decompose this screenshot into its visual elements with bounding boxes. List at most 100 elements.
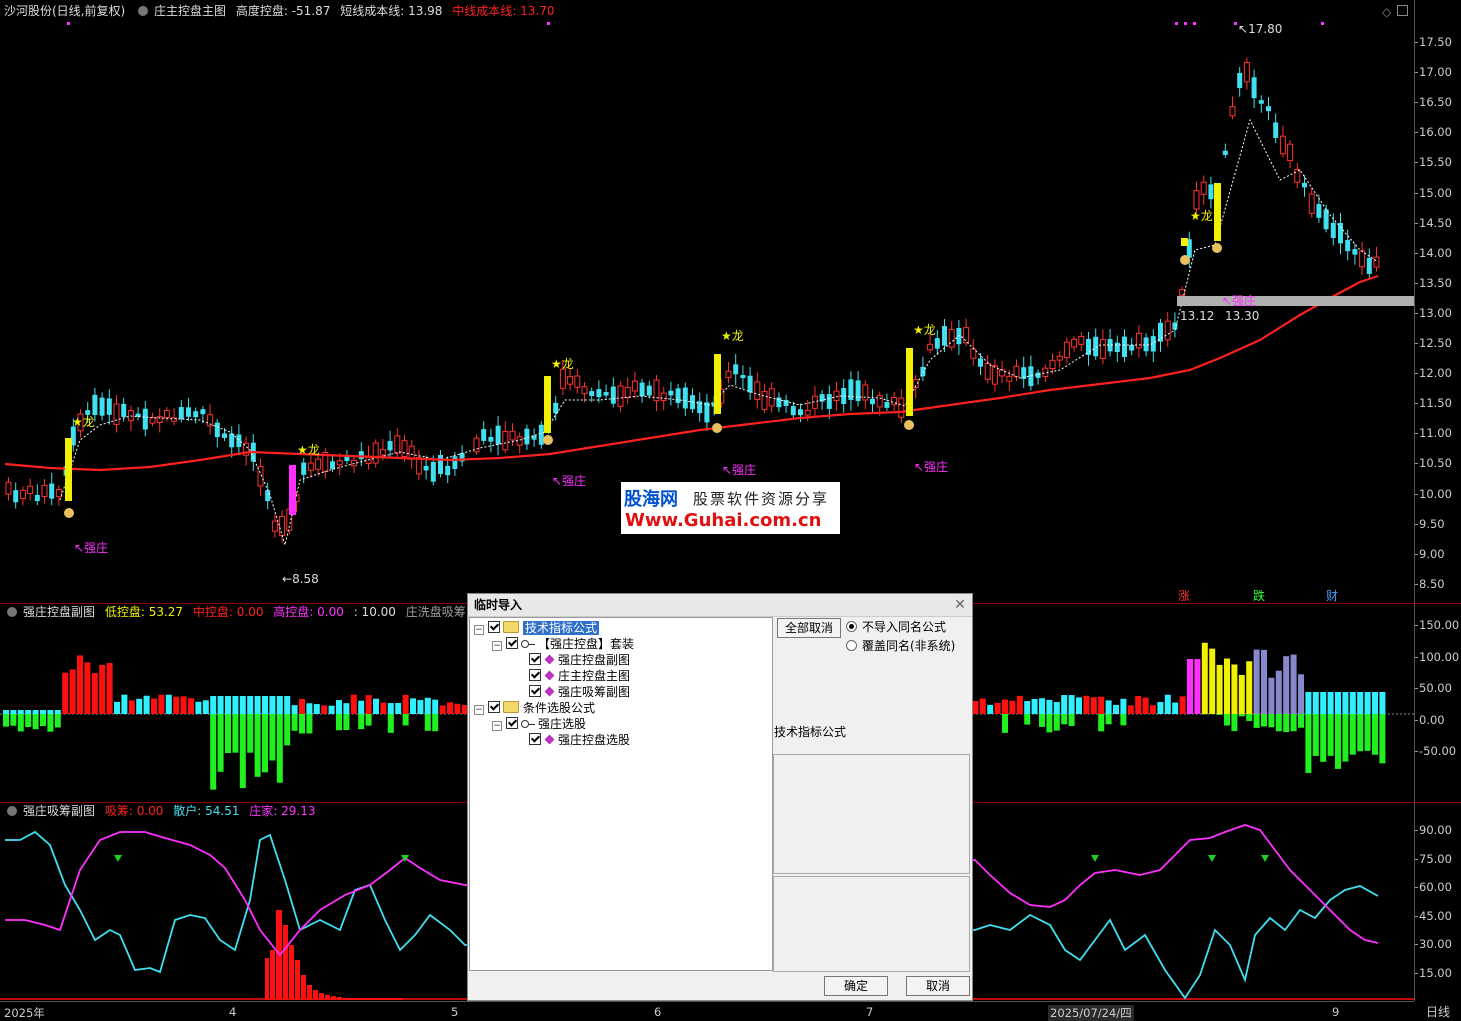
collapse-icon[interactable]: − (492, 641, 502, 651)
control-bar-down (366, 714, 372, 726)
control-bar-down (10, 714, 16, 726)
tree-node-tech[interactable]: −技术指标公式 (474, 620, 599, 636)
control-bar-up (1083, 696, 1089, 714)
strong-label: ↖强庄 (914, 458, 948, 475)
ok-button[interactable]: 确定 (824, 976, 888, 996)
control-bar-up (129, 700, 135, 714)
candle-body (647, 386, 652, 396)
window-close-icon[interactable] (1397, 5, 1408, 16)
tree-node-formula[interactable]: 庄主控盘主图 (529, 668, 630, 684)
control-bar-down (1276, 714, 1282, 731)
candle-body (1007, 376, 1012, 381)
sub2-name[interactable]: 强庄吸筹副图 (23, 804, 95, 818)
control-bar-down (1054, 714, 1060, 731)
candle-body (1374, 257, 1379, 267)
radio-icon[interactable] (846, 621, 857, 632)
candle-body (755, 382, 760, 400)
price-tick: 17.00 (1419, 65, 1452, 79)
sub1-item-1: 中控盘: 0.00 (193, 605, 264, 619)
tree-node-formula[interactable]: 强庄吸筹副图 (529, 684, 630, 700)
candle-body (733, 364, 738, 374)
candle-body (380, 450, 385, 455)
window-control-icons[interactable]: ◇ (1382, 5, 1408, 19)
control-bar-up (136, 699, 142, 714)
collapse-icon[interactable]: − (492, 721, 502, 731)
checkbox[interactable] (488, 701, 500, 713)
sub1-settings-icon[interactable] (7, 607, 17, 617)
tree-node-formula[interactable]: 强庄控盘副图 (529, 652, 630, 668)
candle-body (402, 441, 407, 457)
control-bar-down (1283, 714, 1289, 732)
control-bar-up (151, 699, 157, 714)
control-bar-up (1335, 692, 1341, 714)
cancel-button[interactable]: 取消 (906, 976, 970, 996)
tree-node-suite[interactable]: −【强庄控盘】套装 (492, 636, 634, 652)
control-bar-up (114, 702, 120, 714)
main-price-axis: 17.5017.0016.5016.0015.5015.0014.5014.00… (1414, 0, 1461, 603)
radio-overwrite[interactable]: 覆盖同名(非系统) (846, 637, 955, 654)
candle-body (596, 389, 601, 397)
main-item-1: 短线成本线: 13.98 (340, 4, 442, 18)
control-bar-down (343, 714, 349, 730)
control-bar-up (1217, 665, 1223, 714)
period-label[interactable]: 日线 (1426, 1003, 1450, 1020)
indicator-settings-icon[interactable] (138, 6, 148, 16)
control-bar-up (417, 700, 423, 714)
control-bar-down (1239, 714, 1245, 716)
strong-label: ↖强庄 (74, 539, 108, 556)
candle-body (308, 463, 313, 470)
signal-bar (1214, 183, 1221, 241)
stock-title[interactable]: 沙河股份(日线,前复权) (4, 4, 125, 18)
top-marker-dots (67, 22, 1324, 25)
checkbox[interactable] (488, 621, 500, 633)
candle-body (1237, 73, 1242, 88)
control-bar-up (314, 704, 320, 714)
checkbox[interactable] (506, 637, 518, 649)
control-bar-up (306, 703, 312, 714)
formula-tree[interactable]: −技术指标公式 −【强庄控盘】套装 强庄控盘副图 庄主控盘主图 强庄吸筹副图 −… (469, 617, 773, 971)
candle-body (488, 437, 493, 442)
checkbox[interactable] (506, 717, 518, 729)
dragon-label: ★龙 (297, 441, 320, 458)
sub1-header: 强庄控盘副图 低控盘: 53.27 中控盘: 0.00 高控盘: 0.00 : … (4, 604, 506, 620)
collapse-icon[interactable]: − (474, 625, 484, 635)
candle-body (510, 431, 515, 440)
candle-body (503, 432, 508, 450)
main-indicator-name[interactable]: 庄主控盘主图 (154, 4, 226, 18)
control-bar-down (299, 714, 305, 734)
close-icon[interactable]: ✕ (952, 597, 968, 613)
candlesticks (6, 58, 1379, 543)
radio-icon[interactable] (846, 640, 857, 651)
control-bar-down (306, 714, 312, 733)
formula-icon (545, 671, 555, 681)
tree-node-select[interactable]: −条件选股公式 (474, 700, 595, 716)
mid-cost-line (5, 276, 1378, 470)
candle-body (899, 398, 904, 417)
checkbox[interactable] (529, 653, 541, 665)
candle-body (1208, 184, 1213, 199)
candle-body (481, 429, 486, 441)
control-bar-up (329, 706, 335, 714)
candle-body (704, 402, 709, 422)
candle-body (776, 397, 781, 407)
collapse-icon[interactable]: − (474, 705, 484, 715)
checkbox[interactable] (529, 685, 541, 697)
price-tick: 10.50 (1419, 456, 1452, 470)
checkbox[interactable] (529, 669, 541, 681)
control-bar-down (1335, 714, 1341, 769)
candle-body (1093, 337, 1098, 356)
control-bar-down (1350, 714, 1356, 755)
candle-body (316, 459, 321, 469)
price-tick: 12.50 (1419, 336, 1452, 350)
candle-body (49, 484, 54, 499)
tree-node-formula[interactable]: 强庄控盘选股 (529, 732, 630, 748)
radio-no-import[interactable]: 不导入同名公式 (846, 618, 946, 635)
sub1-name[interactable]: 强庄控盘副图 (23, 605, 95, 619)
tree-node-selgroup[interactable]: −强庄选股 (492, 716, 586, 732)
control-bar-down (1372, 714, 1378, 755)
cancel-all-button[interactable]: 全部取消 (777, 618, 841, 638)
checkbox[interactable] (529, 733, 541, 745)
control-bar-up (99, 665, 105, 714)
sub2-settings-icon[interactable] (7, 806, 17, 816)
candle-body (107, 398, 112, 414)
